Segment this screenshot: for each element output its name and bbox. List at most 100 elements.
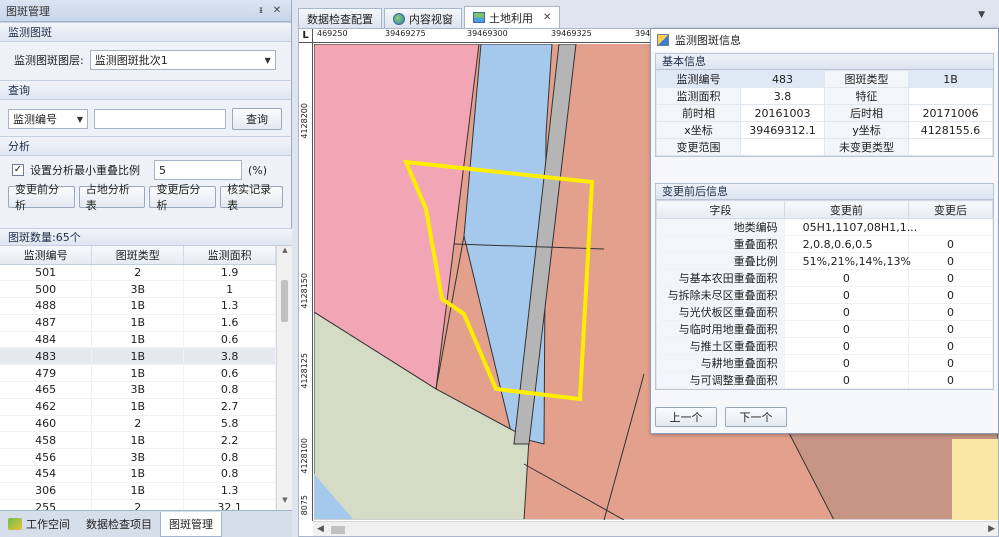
layer-select[interactable]: 监测图斑批次1 ▼ [89, 50, 276, 70]
col-before[interactable]: 变更前 [783, 200, 909, 219]
table-row[interactable]: 462 1B 2.7 [0, 398, 276, 416]
ruler-tick: 8075 [300, 495, 309, 516]
map-horizontal-scrollbar[interactable]: ◀ ▶ [313, 521, 998, 536]
change-before: 0 [783, 269, 909, 287]
pin-icon[interactable]: ᵻ [253, 5, 269, 16]
scroll-up-icon[interactable]: ▲ [277, 246, 293, 260]
tab-land-use-label: 土地利用 [489, 11, 533, 25]
table-cell: 1 [183, 280, 276, 299]
bottom-tabs: 工作空间 数据检查项目 图斑管理 [0, 510, 292, 537]
change-field: 重叠比例 [656, 252, 785, 270]
table-cell: 456 [0, 448, 93, 467]
table-row[interactable]: 488 1B 1.3 [0, 297, 276, 315]
table-cell: 1B [91, 431, 185, 450]
info-value: 483 [740, 70, 825, 88]
next-button[interactable]: 下一个 [725, 407, 787, 427]
spot-management-panel: 图斑管理 ᵻ ✕ 监测图斑 监测图斑图层: 监测图斑批次1 ▼ 查询 监测编号 … [0, 0, 292, 537]
change-row: 与耕地重叠面积 0 0 [656, 354, 994, 372]
change-field: 与拆除未尽区重叠面积 [656, 286, 785, 304]
tab-list-chevron-icon[interactable]: ▼ [978, 10, 985, 20]
table-cell: 458 [0, 431, 93, 450]
tab-data-check-items[interactable]: 数据检查项目 [78, 512, 160, 537]
scroll-right-icon[interactable]: ▶ [988, 524, 995, 534]
spot-count: 图斑数量:65个 [0, 228, 292, 246]
table-cell: 488 [0, 297, 93, 315]
table-cell: 487 [0, 314, 93, 332]
table-cell: 479 [0, 364, 93, 383]
chevron-down-icon: ▼ [264, 55, 271, 65]
change-before: 0 [783, 320, 909, 338]
info-value: 3.8 [740, 87, 825, 105]
change-row: 重叠面积 2,0.8,0.6,0.5 0 [656, 235, 994, 253]
change-field: 重叠面积 [656, 235, 785, 253]
col-field[interactable]: 字段 [656, 200, 785, 219]
list-scrollbar[interactable]: ▲ ▼ [276, 246, 292, 510]
change-row: 与推土区重叠面积 0 0 [656, 337, 994, 355]
table-cell: 1.3 [183, 297, 276, 315]
table-row[interactable]: 487 1B 1.6 [0, 314, 276, 332]
table-row[interactable]: 483 1B 3.8 [0, 347, 276, 366]
info-label: 前时相 [656, 104, 741, 122]
close-tab-icon[interactable]: ✕ [543, 12, 551, 23]
table-row[interactable]: 500 3B 1 [0, 280, 276, 299]
post-change-analysis-button[interactable]: 变更后分析 [149, 183, 217, 212]
table-row[interactable]: 465 3B 0.8 [0, 381, 276, 399]
table-cell: 1.3 [183, 482, 276, 500]
query-field-select[interactable]: 监测编号 ▼ [8, 109, 88, 129]
overlap-ratio-input[interactable]: 5 [154, 160, 242, 180]
change-row: 与可调整重叠面积 0 0 [656, 371, 994, 389]
query-input[interactable] [94, 109, 226, 129]
layer-label: 监测图斑图层: [14, 54, 84, 67]
pre-change-analysis-button[interactable]: 变更前分析 [8, 183, 75, 212]
table-row[interactable]: 454 1B 0.8 [0, 465, 276, 483]
verification-record-button[interactable]: 核实记录表 [220, 183, 283, 212]
table-row[interactable]: 306 1B 1.3 [0, 482, 276, 500]
table-row[interactable]: 458 1B 2.2 [0, 431, 276, 450]
col-after[interactable]: 变更后 [907, 200, 994, 219]
table-row[interactable]: 501 2 1.9 [0, 264, 276, 282]
tab-spot-management[interactable]: 图斑管理 [160, 511, 222, 537]
scroll-down-icon[interactable]: ▼ [277, 496, 293, 510]
prev-button[interactable]: 上一个 [655, 407, 717, 427]
dialog-title: 监测图斑信息 [675, 34, 741, 47]
tab-spot-management-label: 图斑管理 [169, 517, 213, 531]
table-row[interactable]: 456 3B 0.8 [0, 448, 276, 467]
tab-data-check-config[interactable]: 数据检查配置 [298, 8, 382, 28]
table-row[interactable]: 479 1B 0.6 [0, 364, 276, 383]
change-field: 与推土区重叠面积 [656, 337, 785, 355]
col-spot-type[interactable]: 图斑类型 [91, 246, 185, 265]
change-before: 0 [783, 303, 909, 321]
table-cell: 3.8 [183, 347, 276, 366]
change-before: 51%,21%,14%,13% [783, 252, 911, 270]
basic-info-section: 基本信息 监测编号 483 图斑类型 1B 监测面积 3.8 特征 前时相 20161003 后时… [655, 53, 994, 157]
col-monitor-id[interactable]: 监测编号 [0, 246, 93, 265]
info-value: 4128155.6 [908, 121, 993, 139]
change-row: 与临时用地重叠面积 0 0 [656, 320, 994, 338]
info-label: 特征 [824, 87, 909, 105]
table-cell: 460 [0, 415, 93, 433]
info-row: 前时相 20161003 后时相 20171006 [656, 104, 993, 122]
scroll-left-icon[interactable]: ◀ [317, 524, 324, 534]
change-before: 0 [783, 337, 909, 355]
info-value [908, 138, 993, 156]
close-icon[interactable]: ✕ [269, 5, 285, 16]
table-row[interactable]: 460 2 5.8 [0, 415, 276, 433]
tab-workspace[interactable]: 工作空间 [0, 512, 78, 537]
basic-info-header: 基本信息 [656, 54, 993, 70]
col-monitor-area[interactable]: 监测面积 [183, 246, 276, 265]
tab-land-use[interactable]: 土地利用 ✕ [464, 6, 561, 28]
tab-content-view[interactable]: 内容视窗 [384, 8, 462, 28]
table-cell: 0.8 [183, 465, 276, 483]
table-row[interactable]: 484 1B 0.6 [0, 331, 276, 349]
table-cell: 2.2 [183, 431, 276, 450]
change-after: 0 [907, 337, 994, 355]
ruler-tick: 39469325 [551, 29, 592, 38]
min-overlap-checkbox[interactable]: ✓ [12, 164, 24, 176]
scroll-thumb[interactable] [331, 526, 345, 534]
change-field: 地类编码 [656, 218, 785, 236]
query-button[interactable]: 查询 [232, 108, 282, 130]
table-cell: 462 [0, 398, 93, 416]
scroll-thumb[interactable] [281, 280, 288, 322]
change-field: 与耕地重叠面积 [656, 354, 785, 372]
land-occupation-table-button[interactable]: 占地分析表 [78, 183, 146, 212]
